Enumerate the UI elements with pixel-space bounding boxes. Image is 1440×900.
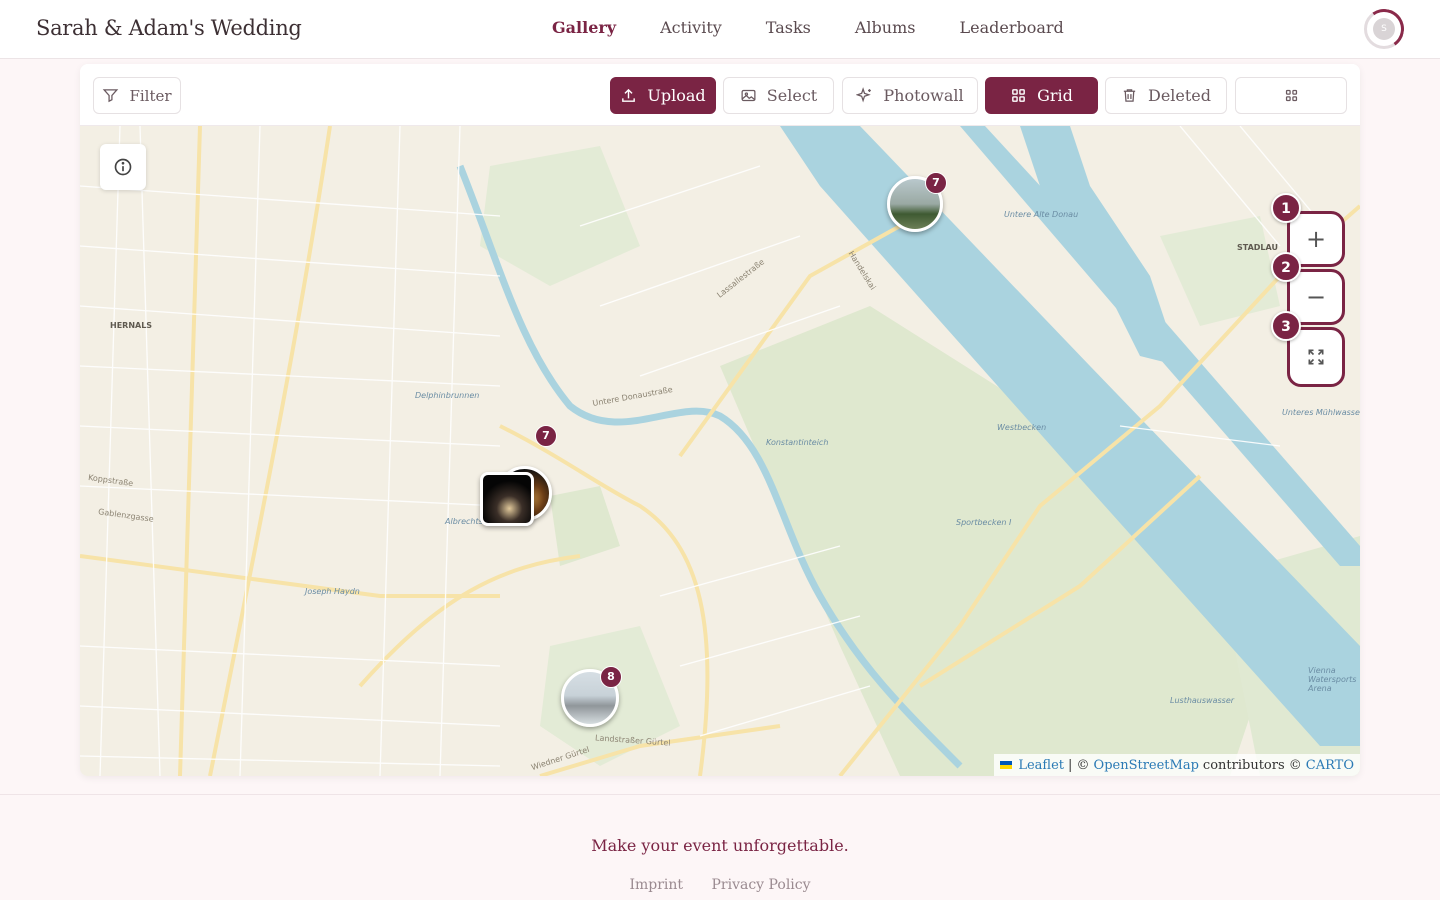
avatar-initial: S	[1373, 18, 1395, 40]
nav-tasks[interactable]: Tasks	[766, 18, 811, 37]
select-button[interactable]: Select	[723, 77, 834, 114]
filter-icon	[103, 89, 119, 103]
fullscreen-icon	[1308, 349, 1324, 365]
nav-leaderboard[interactable]: Leaderboard	[959, 18, 1063, 37]
top-navigation-bar: Sarah & Adam's Wedding Gallery Activity …	[0, 0, 1440, 59]
imprint-link[interactable]: Imprint	[629, 877, 683, 893]
cluster-count-badge: 7	[925, 172, 947, 194]
cluster-count-badge: 8	[600, 666, 622, 688]
deleted-button[interactable]: Deleted	[1105, 77, 1227, 114]
map-info-button[interactable]	[100, 144, 146, 190]
deleted-label: Deleted	[1147, 86, 1212, 105]
map-attribution: Leaflet | © OpenStreetMap contributors ©…	[994, 754, 1360, 776]
map-label-sportbecken: Sportbecken I	[956, 518, 1012, 527]
photowall-button[interactable]: Photowall	[842, 77, 978, 114]
footer-divider	[0, 794, 1440, 795]
map-label-lusthauswasser: Lusthauswasser	[1170, 696, 1235, 705]
sparkles-icon	[856, 87, 872, 103]
map-label-konstantinteich: Konstantinteich	[766, 438, 829, 447]
grid-button[interactable]: Grid	[985, 77, 1098, 114]
user-avatar[interactable]: S	[1364, 9, 1404, 49]
map-label-vienna-watersports: Vienna Watersports Arena	[1308, 666, 1357, 693]
cluster-count-badge: 7	[535, 425, 557, 447]
upload-button[interactable]: Upload	[610, 77, 716, 114]
openstreetmap-link[interactable]: OpenStreetMap	[1094, 758, 1199, 773]
footer-tagline: Make your event unforgettable.	[591, 836, 849, 855]
info-icon	[114, 158, 132, 176]
image-icon	[741, 89, 756, 102]
upload-label: Upload	[647, 86, 706, 105]
main-nav: Gallery Activity Tasks Albums Leaderboar…	[552, 18, 1108, 37]
map-label-untere-alte-donau: Untere Alte Donau	[1004, 210, 1079, 219]
attribution-separator: | ©	[1068, 757, 1090, 773]
map-label-stadlau: STADLAU	[1237, 243, 1278, 252]
map-label-unteres-muehlwasser: Unteres Mühlwasser	[1282, 408, 1360, 417]
upload-icon	[622, 88, 636, 102]
map-label-joseph-haydn: Joseph Haydn	[305, 587, 360, 596]
nav-gallery[interactable]: Gallery	[552, 18, 616, 37]
grid-view-icon	[1285, 89, 1297, 102]
nav-albums[interactable]: Albums	[855, 18, 916, 37]
photo-map[interactable]: HERNALS STADLAU Delphinbrunnen Albrechts…	[80, 126, 1360, 776]
zoom-in-step-badge: 1	[1271, 193, 1301, 223]
trash-icon	[1123, 89, 1136, 102]
zoom-controls: + −	[1287, 211, 1347, 389]
filter-label: Filter	[129, 86, 172, 105]
privacy-policy-link[interactable]: Privacy Policy	[712, 877, 811, 893]
map-label-delphinbrunnen: Delphinbrunnen	[415, 391, 480, 400]
view-toggle-button[interactable]	[1235, 77, 1347, 114]
photowall-label: Photowall	[883, 86, 964, 105]
map-label-hernals: HERNALS	[110, 321, 153, 330]
footer-links: Imprint Privacy Policy	[0, 877, 1440, 893]
gallery-toolbar: Filter Upload Select Photowall Grid Dele…	[80, 64, 1360, 126]
photo-cluster-pin[interactable]	[480, 472, 534, 526]
fullscreen-step-badge: 3	[1271, 311, 1301, 341]
ukraine-flag-icon	[1000, 761, 1013, 769]
gallery-card: Filter Upload Select Photowall Grid Dele…	[80, 64, 1360, 776]
filter-button[interactable]: Filter	[93, 77, 181, 114]
carto-link[interactable]: CARTO	[1306, 758, 1354, 773]
event-title[interactable]: Sarah & Adam's Wedding	[36, 16, 302, 40]
map-tiles	[80, 126, 1360, 776]
attribution-contributors: contributors ©	[1202, 757, 1302, 773]
nav-activity[interactable]: Activity	[660, 18, 722, 37]
map-label-westbecken: Westbecken	[997, 423, 1047, 432]
grid-icon	[1012, 89, 1025, 102]
select-label: Select	[766, 86, 818, 105]
leaflet-link[interactable]: Leaflet	[1018, 758, 1064, 773]
grid-label: Grid	[1037, 86, 1073, 105]
zoom-out-step-badge: 2	[1271, 252, 1301, 282]
